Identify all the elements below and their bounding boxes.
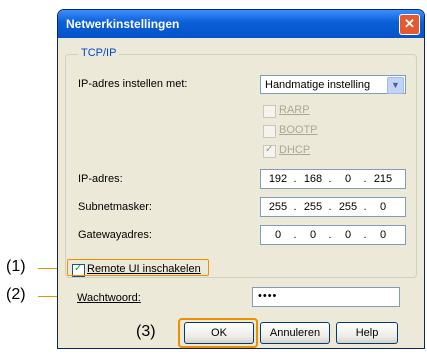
callout-1: (1): [6, 258, 26, 275]
ip-octet-3: 0: [344, 173, 352, 185]
ip-octet-2: 168: [303, 173, 323, 185]
window-title: Netwerkinstellingen: [66, 17, 180, 31]
separator: .: [363, 201, 367, 213]
help-button[interactable]: Help: [336, 322, 398, 344]
gateway-field[interactable]: 0 . 0 . 0 . 0: [260, 225, 406, 245]
separator: .: [293, 173, 297, 185]
separator: .: [328, 201, 332, 213]
ip-octet-4: 215: [373, 173, 393, 185]
set-ip-method-select[interactable]: Handmatige instelling ▼: [260, 75, 406, 94]
separator: .: [363, 173, 367, 185]
set-ip-label: IP-adres instellen met:: [78, 78, 188, 90]
gateway-label: Gatewayadres:: [78, 229, 152, 241]
bootp-checkbox[interactable]: [263, 125, 276, 138]
subnet-octet-4: 0: [379, 201, 387, 213]
gateway-octet-4: 0: [379, 229, 387, 241]
network-settings-dialog: Netwerkinstellingen ✕ TCP/IP IP-adres in…: [57, 9, 425, 349]
cancel-button[interactable]: Annuleren: [260, 322, 330, 344]
dhcp-checkbox[interactable]: ✓: [263, 144, 276, 158]
dhcp-label: DHCP: [279, 144, 311, 156]
set-ip-method-value: Handmatige instelling: [265, 79, 371, 91]
subnet-mask-field[interactable]: 255 . 255 . 255 . 0: [260, 197, 406, 217]
ip-address-field[interactable]: 192 . 168 . 0 . 215: [260, 169, 406, 189]
close-icon: ✕: [404, 16, 415, 31]
tcpip-group: TCP/IP IP-adres instellen met: Handmatig…: [65, 47, 417, 278]
subnet-octet-1: 255: [268, 201, 288, 213]
separator: .: [293, 201, 297, 213]
separator: .: [363, 229, 367, 241]
close-button[interactable]: ✕: [399, 14, 420, 35]
rarp-label: RARP: [279, 104, 310, 116]
gateway-octet-2: 0: [309, 229, 317, 241]
separator: .: [293, 229, 297, 241]
password-input[interactable]: ••••: [252, 287, 400, 307]
subnet-label: Subnetmasker:: [78, 201, 152, 213]
rarp-checkbox[interactable]: [263, 105, 276, 118]
separator: .: [328, 173, 332, 185]
title-bar[interactable]: Netwerkinstellingen ✕: [58, 10, 424, 38]
callout-3: (3): [136, 323, 156, 340]
ip-address-label: IP-adres:: [78, 173, 123, 185]
remote-ui-highlight: [67, 259, 209, 276]
gateway-octet-3: 0: [344, 229, 352, 241]
callout-2: (2): [6, 286, 26, 303]
subnet-octet-3: 255: [338, 201, 358, 213]
chevron-down-icon[interactable]: ▼: [387, 77, 404, 94]
password-label: Wachtwoord:: [77, 292, 141, 304]
checkmark-icon: ✓: [265, 144, 274, 155]
ok-button-highlight: [178, 318, 258, 348]
password-value: ••••: [258, 290, 278, 302]
ip-octet-1: 192: [268, 173, 288, 185]
gateway-octet-1: 0: [274, 229, 282, 241]
tcpip-group-title: TCP/IP: [78, 47, 120, 59]
separator: .: [328, 229, 332, 241]
bootp-label: BOOTP: [279, 124, 318, 136]
subnet-octet-2: 255: [303, 201, 323, 213]
